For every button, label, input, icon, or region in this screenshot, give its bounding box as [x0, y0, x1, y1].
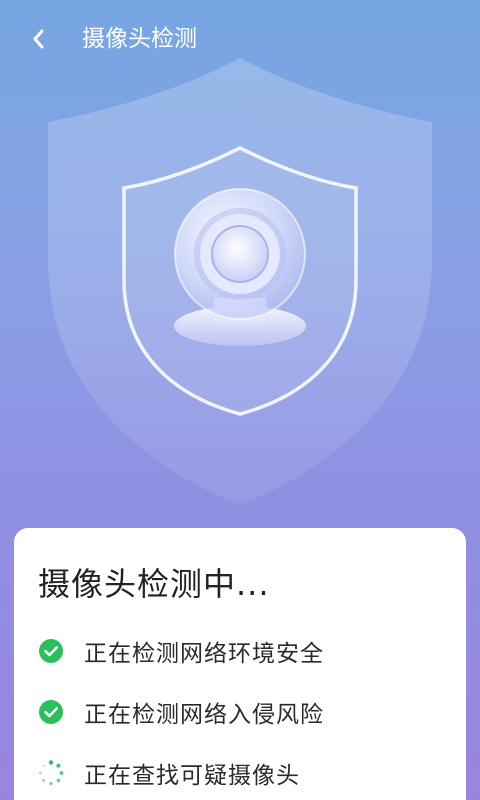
spinner-icon [38, 760, 64, 786]
chevron-left-icon [33, 29, 44, 49]
scan-status-card: 摄像头检测中... 正在检测网络环境安全 正在检测网络入侵风险 正在查找可疑摄像… [14, 528, 466, 800]
check-item-suspicious-camera: 正在查找可疑摄像头 [38, 756, 300, 790]
camera-lens [211, 225, 269, 283]
shield-camera-illustration [48, 58, 432, 505]
check-item-label: 正在检测网络环境安全 [84, 641, 324, 667]
check-circle-icon [38, 638, 64, 664]
check-item-network-env: 正在检测网络环境安全 [38, 634, 324, 668]
check-item-label: 正在检测网络入侵风险 [84, 702, 324, 728]
check-circle-icon [38, 699, 64, 725]
scan-status-title: 摄像头检测中... [38, 565, 270, 603]
check-item-intrusion-risk: 正在检测网络入侵风险 [38, 695, 324, 729]
check-item-label: 正在查找可疑摄像头 [84, 763, 300, 789]
